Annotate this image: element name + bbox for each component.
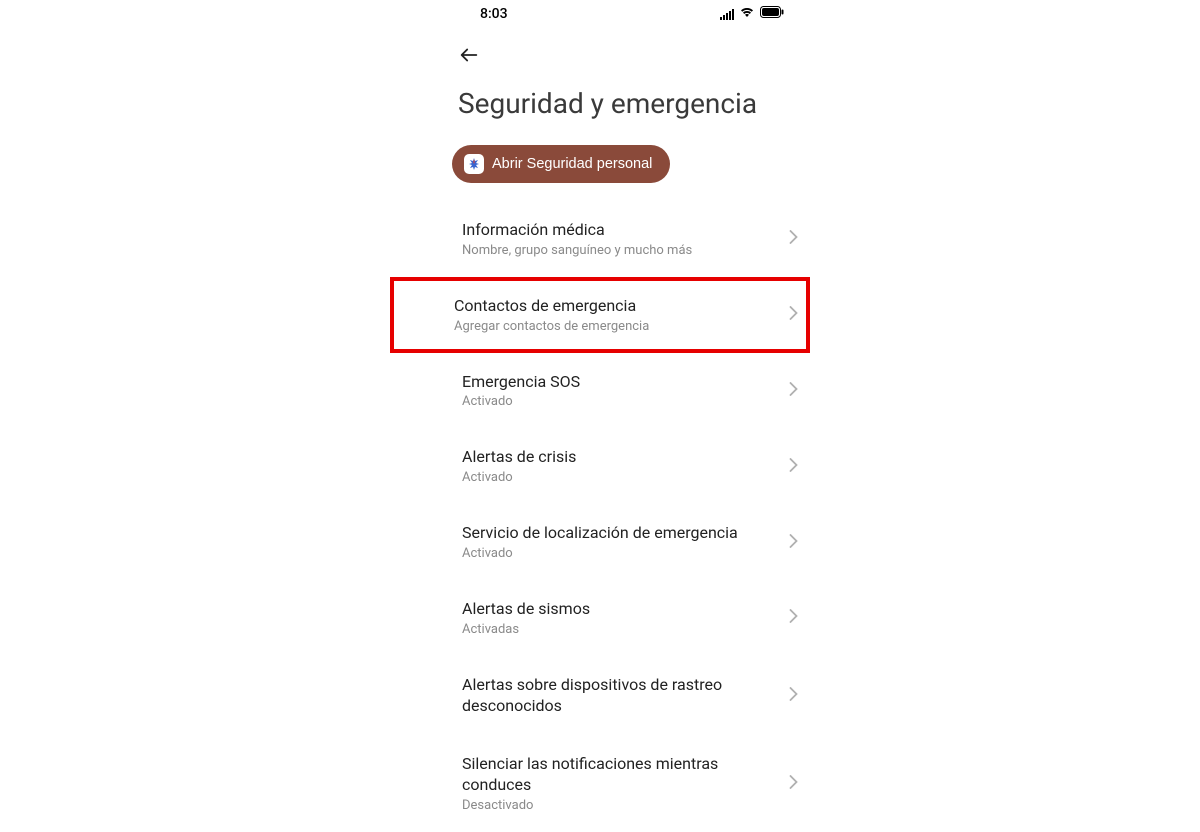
battery-icon [760, 6, 784, 22]
medical-icon [464, 154, 484, 174]
chevron-right-icon [789, 229, 798, 248]
item-text: Alertas de crisis Activado [462, 447, 779, 485]
item-subtitle: Activado [462, 546, 779, 561]
status-indicators [720, 6, 784, 22]
item-text: Silenciar las notificaciones mientras co… [462, 754, 779, 813]
item-title: Servicio de localización de emergencia [462, 523, 779, 544]
list-item-emergency-location-service[interactable]: Servicio de localización de emergencia A… [450, 504, 810, 580]
open-personal-safety-button[interactable]: Abrir Seguridad personal [452, 145, 670, 183]
chevron-right-icon [789, 686, 798, 705]
item-subtitle: Nombre, grupo sanguíneo y mucho más [462, 243, 779, 258]
status-bar: 8:03 [450, 0, 810, 28]
back-button[interactable] [450, 28, 810, 78]
list-item-medical-info[interactable]: Información médica Nombre, grupo sanguín… [450, 201, 810, 277]
item-subtitle: Agregar contactos de emergencia [454, 319, 779, 334]
item-title: Emergencia SOS [462, 372, 779, 393]
item-text: Alertas de sismos Activadas [462, 599, 779, 637]
list-item-unknown-tracker-alerts[interactable]: Alertas sobre dispositivos de rastreo de… [450, 656, 810, 736]
list-item-earthquake-alerts[interactable]: Alertas de sismos Activadas [450, 580, 810, 656]
item-subtitle: Activado [462, 394, 779, 409]
item-text: Emergencia SOS Activado [462, 372, 779, 410]
settings-screen: 8:03 Seguridad y emergencia [450, 0, 810, 832]
chevron-right-icon [789, 533, 798, 552]
item-text: Alertas sobre dispositivos de rastreo de… [462, 675, 779, 717]
list-item-driving-notifications[interactable]: Silenciar las notificaciones mientras co… [450, 735, 810, 832]
chevron-right-icon [789, 305, 798, 324]
item-title: Alertas de sismos [462, 599, 779, 620]
item-text: Información médica Nombre, grupo sanguín… [462, 220, 779, 258]
list-item-emergency-contacts[interactable]: Contactos de emergencia Agregar contacto… [390, 277, 810, 353]
arrow-left-icon [458, 44, 480, 66]
item-title: Alertas sobre dispositivos de rastreo de… [462, 675, 779, 717]
item-subtitle: Activadas [462, 622, 779, 637]
list-item-emergency-sos[interactable]: Emergencia SOS Activado [450, 353, 810, 429]
item-text: Contactos de emergencia Agregar contacto… [454, 296, 779, 334]
signal-icon [720, 8, 734, 20]
chevron-right-icon [789, 381, 798, 400]
page-title: Seguridad y emergencia [450, 78, 810, 141]
item-subtitle: Activado [462, 470, 779, 485]
item-title: Silenciar las notificaciones mientras co… [462, 754, 779, 796]
wifi-icon [739, 6, 755, 22]
list-item-crisis-alerts[interactable]: Alertas de crisis Activado [450, 428, 810, 504]
open-button-label: Abrir Seguridad personal [492, 156, 652, 172]
chevron-right-icon [789, 608, 798, 627]
item-title: Contactos de emergencia [454, 296, 779, 317]
chevron-right-icon [789, 774, 798, 793]
item-title: Información médica [462, 220, 779, 241]
chevron-right-icon [789, 457, 798, 476]
item-subtitle: Desactivado [462, 798, 779, 813]
item-title: Alertas de crisis [462, 447, 779, 468]
status-time: 8:03 [480, 6, 508, 22]
item-text: Servicio de localización de emergencia A… [462, 523, 779, 561]
